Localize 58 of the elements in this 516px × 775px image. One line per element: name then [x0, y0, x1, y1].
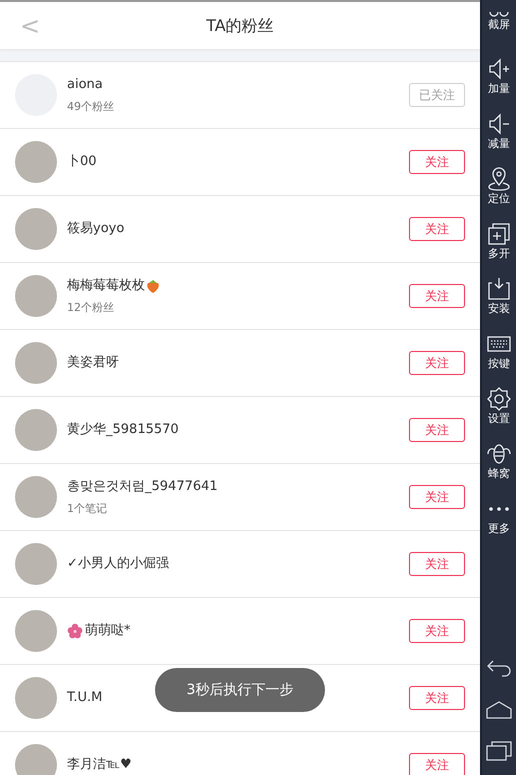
- avatar-photo: [15, 409, 57, 451]
- avatar-photo: [15, 543, 57, 585]
- avatar-photo: [15, 275, 57, 317]
- toolbar-button[interactable]: 多开: [482, 213, 516, 268]
- follow-button[interactable]: 关注: [409, 753, 465, 775]
- follower-name: 梅梅莓莓枚枚: [67, 277, 145, 295]
- follow-button[interactable]: 关注: [409, 217, 465, 241]
- toolbar-button[interactable]: 加量: [482, 48, 516, 103]
- follow-button[interactable]: 关注: [409, 351, 465, 375]
- follower-name: 卜00: [67, 153, 97, 172]
- volume-down-icon: [487, 112, 511, 136]
- follower-name: ✓小男人的小倔强: [67, 555, 169, 574]
- download-package-icon: [487, 277, 511, 301]
- toolbar-button[interactable]: 定位: [482, 158, 516, 213]
- home-icon[interactable]: [486, 701, 512, 719]
- follower-stats: 12个粉丝: [67, 300, 115, 316]
- toolbar-button[interactable]: 安装: [482, 268, 516, 323]
- recent-apps-icon[interactable]: [486, 741, 512, 761]
- avatar-photo: [15, 141, 57, 183]
- follower-name: 李月洁℡♥: [67, 756, 132, 774]
- follow-button[interactable]: 关注: [409, 418, 465, 442]
- follow-button[interactable]: 关注: [409, 686, 465, 710]
- bee-icon: [487, 442, 511, 466]
- follower-name: 총맞은것처럼_59477641: [67, 478, 218, 496]
- follow-button[interactable]: 关注: [409, 150, 465, 174]
- avatar-photo: [15, 744, 57, 775]
- avatar-photo: [15, 476, 57, 518]
- avatar-photo: [15, 208, 57, 250]
- follower-name: 美姿君呀: [67, 354, 119, 372]
- toolbar-button[interactable]: 设置: [482, 378, 516, 433]
- follower-name: 萌萌哒*: [85, 622, 130, 640]
- follower-row[interactable]: 李月洁℡♥ 关注: [0, 731, 480, 775]
- toolbar-button[interactable]: 截屏: [482, 0, 516, 48]
- toolbar-button[interactable]: 更多: [482, 488, 516, 543]
- settings-icon: [487, 387, 511, 411]
- follower-name: 筱易yoyo: [67, 220, 124, 238]
- avatar-photo: [15, 610, 57, 652]
- toolbar-button[interactable]: 按键: [482, 323, 516, 378]
- follow-button[interactable]: 关注: [409, 284, 465, 308]
- follower-name: 黄少华_59815570: [67, 421, 179, 440]
- toolbar-button[interactable]: 蜂窝: [482, 433, 516, 488]
- follower-name: T.U.M: [67, 689, 102, 708]
- follow-button[interactable]: 关注: [409, 485, 465, 509]
- stacked-windows-icon: [487, 222, 511, 246]
- toolbar-button[interactable]: 减量: [482, 103, 516, 158]
- follower-stats: 1个笔记: [67, 500, 108, 516]
- toast-message: 3秒后执行下一步: [155, 668, 325, 712]
- back-icon[interactable]: [486, 659, 512, 679]
- follow-button[interactable]: 关注: [409, 619, 465, 643]
- location-pin-icon: [487, 167, 511, 191]
- volume-up-icon: [487, 57, 511, 81]
- follower-stats: 49个粉丝: [67, 98, 115, 114]
- avatar-photo: [15, 342, 57, 384]
- avatar-photo: [15, 677, 57, 719]
- follow-button[interactable]: 关注: [409, 552, 465, 576]
- follower-name: aiona: [67, 76, 103, 94]
- page-title: TA的粉丝: [206, 14, 274, 36]
- more-icon: [489, 507, 509, 511]
